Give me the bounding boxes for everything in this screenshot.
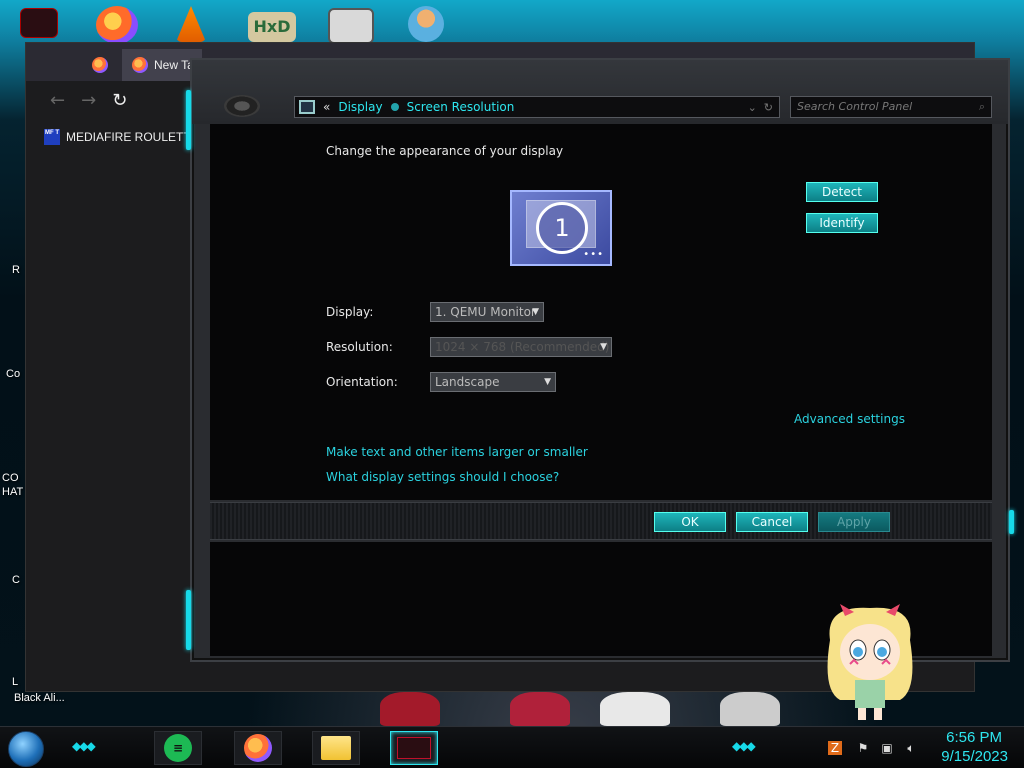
monitor-number: 1: [536, 202, 588, 254]
search-input[interactable]: Search Control Panel ⌕: [790, 96, 992, 118]
desktop-label: L: [12, 676, 19, 688]
taskbar-decoration: ◆◆◆: [732, 739, 756, 753]
display-select[interactable]: 1. QEMU Monitor ▼: [430, 302, 544, 322]
taskbar-file-explorer[interactable]: [312, 731, 360, 765]
bookmark-mediafire[interactable]: MF T MEDIAFIRE ROULETTER: [44, 129, 207, 145]
clock-date[interactable]: 9/15/2023: [941, 748, 1008, 765]
address-bar[interactable]: « Display Screen Resolution ⌄ ↻: [294, 96, 780, 118]
taskbar-control-panel[interactable]: [390, 731, 438, 765]
taskbar-firefox[interactable]: [234, 731, 282, 765]
firefox-icon: [244, 734, 272, 762]
user-avatar-icon[interactable]: [408, 6, 444, 42]
identify-button[interactable]: Identify: [806, 213, 878, 233]
reload-icon[interactable]: ↻: [112, 90, 127, 111]
monitor-dots: •••: [583, 249, 604, 260]
window-titlebar: « Display Screen Resolution ⌄ ↻ Search C…: [192, 60, 1008, 124]
cartoon-character: [827, 604, 913, 720]
display-icon: [299, 100, 315, 114]
desktop-label: C: [12, 574, 20, 586]
forward-arrow-icon[interactable]: →: [81, 90, 96, 111]
browser-tab-pinned[interactable]: [82, 49, 122, 81]
page-title: Change the appearance of your display: [326, 144, 564, 158]
network-icon[interactable]: ▣: [880, 741, 894, 755]
wallpaper-shape: [510, 692, 570, 726]
apply-button[interactable]: Apply: [818, 512, 890, 532]
firefox-icon: [92, 57, 108, 73]
resolution-label: Resolution:: [326, 340, 393, 354]
mediafire-icon: MF T: [44, 129, 60, 145]
wallpaper-shape: [600, 692, 670, 726]
orientation-label: Orientation:: [326, 375, 398, 389]
desktop-label: R: [12, 264, 20, 276]
frame-glow: [186, 590, 191, 650]
display-select-value: 1. QEMU Monitor: [435, 305, 536, 319]
desktop-label: CO: [2, 472, 19, 484]
back-arrow-icon[interactable]: ←: [50, 90, 65, 111]
breadcrumb-display[interactable]: Display: [338, 100, 382, 114]
orientation-select[interactable]: Landscape ▼: [430, 372, 556, 392]
chevron-down-icon: ▼: [532, 307, 539, 317]
display-settings-help-link[interactable]: What display settings should I choose?: [326, 470, 559, 484]
volume-icon[interactable]: 🔈︎: [904, 741, 918, 755]
wallpaper-shape: [720, 692, 780, 726]
cancel-button[interactable]: Cancel: [736, 512, 808, 532]
text-size-link[interactable]: Make text and other items larger or smal…: [326, 445, 588, 459]
chevron-down-icon: ▼: [544, 377, 551, 387]
address-controls[interactable]: ⌄ ↻: [748, 101, 773, 114]
dialog-button-bar: OK Cancel Apply: [210, 502, 992, 540]
chevron-down-icon: ▼: [600, 342, 607, 352]
start-button[interactable]: [8, 731, 44, 767]
resolution-select[interactable]: 1024 × 768 (Recommended) ▼: [430, 337, 612, 357]
hxd-icon[interactable]: HxD: [248, 12, 296, 42]
control-panel-window: « Display Screen Resolution ⌄ ↻ Search C…: [186, 58, 1014, 662]
desktop-label: Black Ali...: [14, 692, 65, 704]
desktop-label: Co: [6, 368, 21, 380]
lang-icon[interactable]: Z: [828, 741, 842, 755]
search-icon[interactable]: ⌕: [979, 100, 985, 114]
folder-icon: [321, 736, 351, 760]
screen-resolution-panel: Change the appearance of your display 1 …: [210, 124, 992, 500]
vlc-icon[interactable]: [176, 6, 206, 42]
taskbar-decoration: ◆◆◆: [72, 739, 96, 753]
back-button[interactable]: [224, 95, 260, 117]
orientation-select-value: Landscape: [435, 375, 500, 389]
breadcrumb-screen-resolution[interactable]: Screen Resolution: [407, 100, 515, 114]
flag-icon[interactable]: ⚑: [856, 741, 870, 755]
notes-icon: ≡: [164, 734, 192, 762]
resolution-select-value: 1024 × 768 (Recommended): [435, 340, 610, 354]
display-settings-icon: [397, 737, 431, 759]
frame-glow: [1009, 510, 1014, 534]
wallpaper-shape: [380, 692, 440, 726]
taskbar-notes-app[interactable]: ≡: [154, 731, 202, 765]
search-placeholder: Search Control Panel: [797, 100, 913, 113]
firefox-icon[interactable]: [96, 6, 138, 44]
monitor-graphic[interactable]: 1 •••: [510, 190, 612, 266]
browser-toolbar: ← → ↻: [26, 81, 201, 119]
ok-button[interactable]: OK: [654, 512, 726, 532]
advanced-settings-link[interactable]: Advanced settings: [794, 412, 905, 426]
detect-button[interactable]: Detect: [806, 182, 878, 202]
breadcrumb-overflow[interactable]: «: [323, 100, 330, 114]
breadcrumb-separator-icon: [390, 103, 399, 111]
frame-glow: [186, 90, 191, 150]
desktop-app-icon[interactable]: [20, 8, 58, 38]
app-window-icon[interactable]: [328, 8, 374, 44]
taskbar: ◆◆◆ ≡ ◆◆◆ Z ⚑ ▣ 🔈︎ 6:56 PM 9/15/2023: [0, 726, 1024, 768]
clock-time[interactable]: 6:56 PM: [946, 729, 1002, 746]
desktop-label: HAT: [2, 486, 24, 498]
firefox-icon: [132, 57, 148, 73]
display-label: Display:: [326, 305, 374, 319]
